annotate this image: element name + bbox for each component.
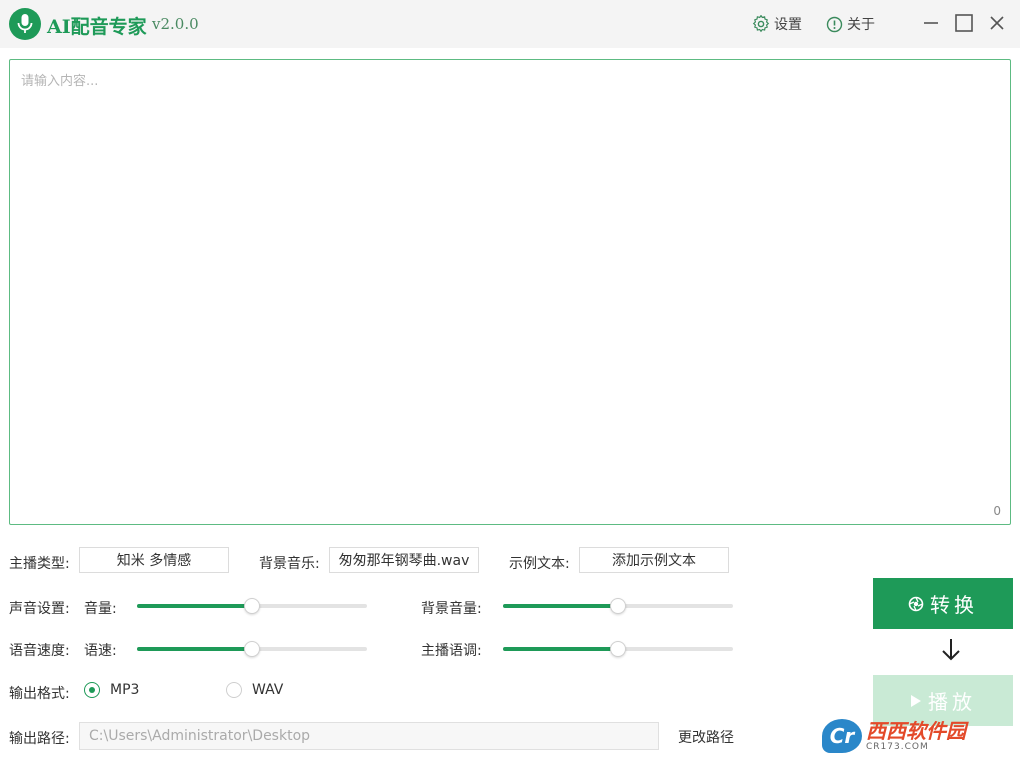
change-path-button[interactable]: 更改路径 [678, 727, 734, 747]
arrow-down-icon [939, 637, 963, 667]
app-version: v2.0.0 [152, 15, 199, 33]
close-button[interactable] [984, 10, 1010, 36]
text-editor: 0 [9, 59, 1011, 525]
minimize-button[interactable] [918, 10, 944, 36]
sound-settings-label: 声音设置: [9, 601, 70, 617]
bg-volume-slider[interactable] [503, 598, 733, 614]
bg-music-select[interactable]: 匆匆那年钢琴曲.wav [329, 547, 479, 573]
speed-label: 语速: [84, 643, 117, 659]
format-label: 输出格式: [9, 686, 70, 702]
speed-section-label: 语音速度: [9, 643, 70, 659]
gear-icon [752, 15, 770, 33]
about-label: 关于 [847, 17, 875, 33]
watermark-logo: Cr 西西软件园 CR173.COM [822, 716, 1002, 756]
format-wav-label: WAV [252, 682, 284, 698]
watermark-badge-icon: Cr [822, 719, 862, 753]
play-icon [910, 694, 922, 708]
settings-button[interactable]: 设置 [752, 13, 802, 35]
output-path-field[interactable]: C:\Users\Administrator\Desktop [79, 722, 659, 750]
bg-volume-slider-thumb[interactable] [610, 598, 626, 614]
title-bar: AI配音专家 v2.0.0 设置 关于 [0, 0, 1020, 48]
info-icon [826, 16, 843, 32]
pitch-slider[interactable] [503, 641, 733, 657]
settings-label: 设置 [774, 17, 802, 33]
bg-music-label: 背景音乐: [259, 556, 320, 572]
format-mp3-radio[interactable]: MP3 [84, 682, 139, 698]
bg-volume-label: 背景音量: [421, 601, 482, 617]
minimize-icon [924, 22, 938, 24]
close-icon [990, 16, 1004, 30]
speed-slider-thumb[interactable] [244, 641, 260, 657]
add-sample-text-button[interactable]: 添加示例文本 [579, 547, 729, 573]
volume-slider[interactable] [137, 598, 367, 614]
char-counter: 0 [993, 504, 1001, 518]
path-label: 输出路径: [9, 731, 70, 747]
convert-button[interactable]: 转换 [873, 578, 1013, 629]
anchor-type-label: 主播类型: [9, 556, 70, 572]
convert-label: 转换 [930, 593, 978, 617]
volume-slider-thumb[interactable] [244, 598, 260, 614]
format-mp3-label: MP3 [110, 682, 140, 698]
radio-checked-icon [84, 682, 100, 698]
watermark-main-text: 西西软件园 [866, 718, 966, 743]
format-wav-radio[interactable]: WAV [226, 682, 283, 698]
pitch-slider-thumb[interactable] [610, 641, 626, 657]
anchor-type-select[interactable]: 知米 多情感 [79, 547, 229, 573]
content-textarea[interactable] [10, 60, 1010, 524]
sample-text-label: 示例文本: [509, 556, 570, 572]
radio-unchecked-icon [226, 682, 242, 698]
watermark-sub-text: CR173.COM [866, 741, 929, 752]
speed-slider[interactable] [137, 641, 367, 657]
microphone-logo-icon [9, 8, 41, 40]
about-button[interactable]: 关于 [826, 13, 875, 35]
play-label: 播放 [928, 690, 976, 714]
maximize-icon [955, 14, 973, 32]
shutter-icon [908, 596, 924, 612]
volume-label: 音量: [84, 601, 117, 617]
maximize-button[interactable] [951, 10, 977, 36]
pitch-label: 主播语调: [421, 643, 482, 659]
app-title: AI配音专家 [47, 16, 147, 38]
